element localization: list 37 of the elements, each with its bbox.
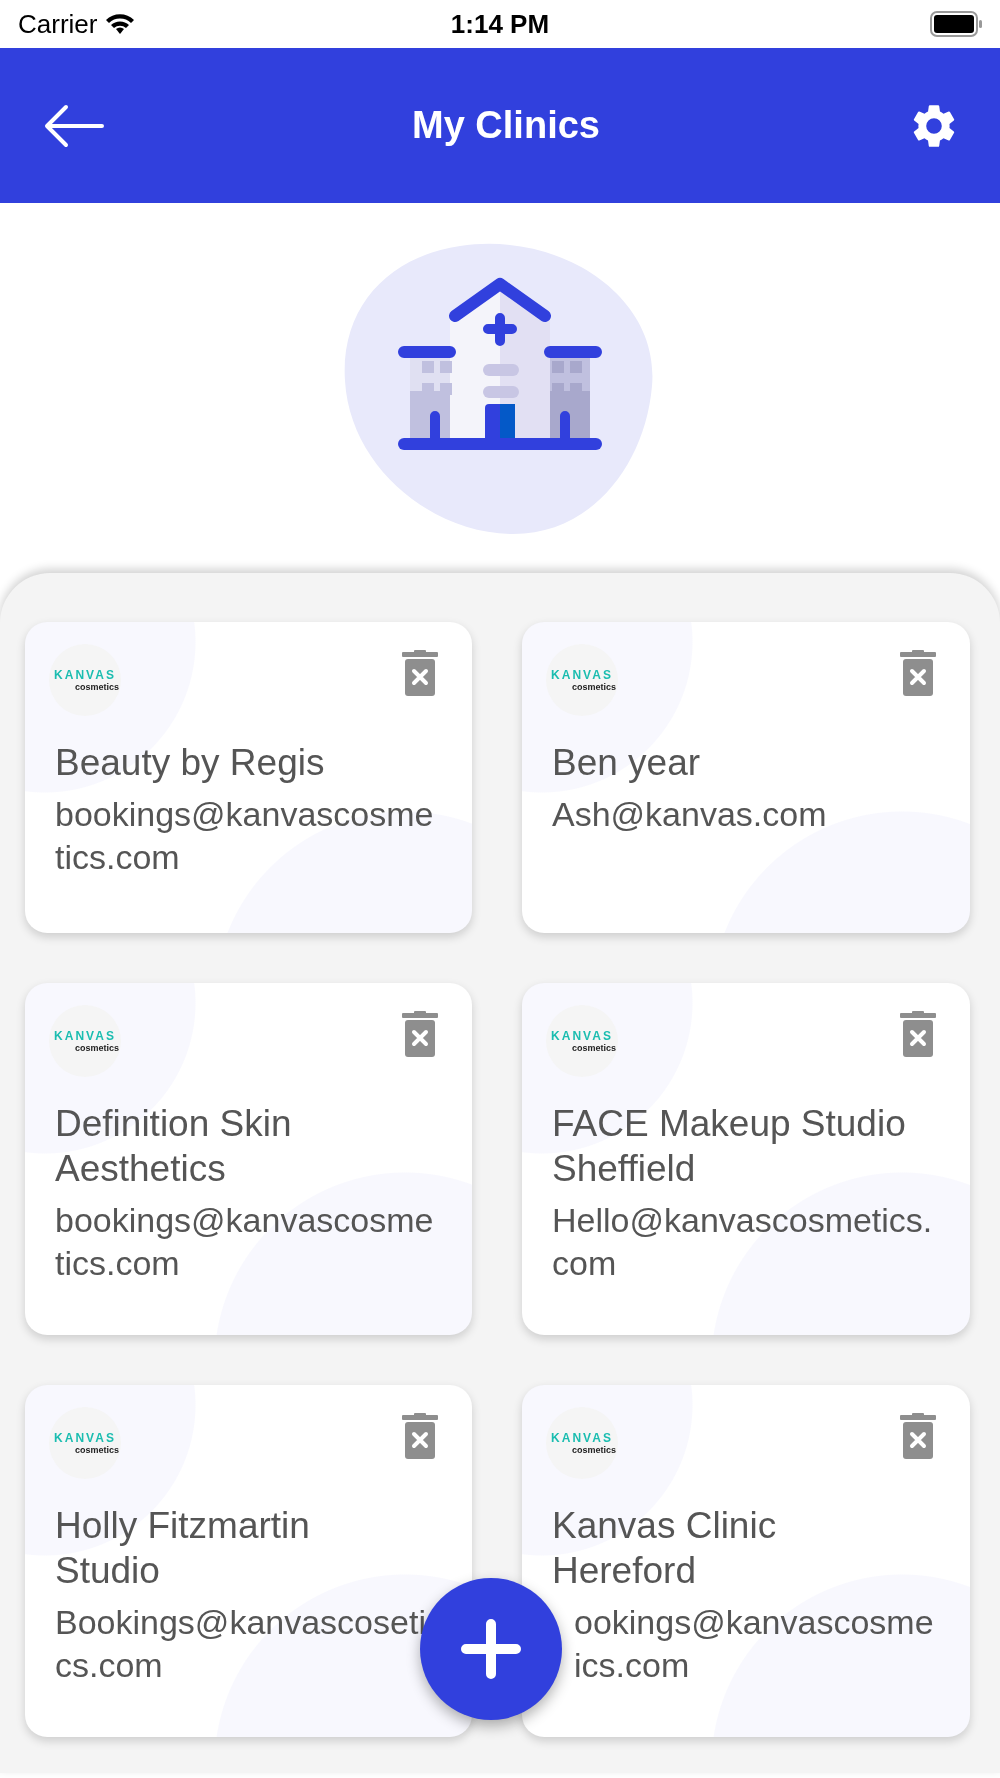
clinic-logo: KANVAS cosmetics <box>49 1005 121 1077</box>
clinic-email: Bookings@kanvascosetics.com <box>55 1602 427 1686</box>
clinic-card[interactable]: KANVAS cosmetics Holly Fitzmartin Studio Bookings@kanvascosetics.com <box>25 1385 472 1737</box>
clinic-name: FACE Makeup Studio Sheffield <box>552 1102 907 1191</box>
clock-time: 1:14 PM <box>450 8 550 40</box>
delete-icon[interactable] <box>402 650 438 696</box>
delete-icon[interactable] <box>402 1011 438 1057</box>
clinic-name: Kanvas Clinic Hereford <box>552 1504 778 1593</box>
delete-icon[interactable] <box>900 650 936 696</box>
battery-icon <box>930 11 984 37</box>
plus-icon <box>461 1619 521 1679</box>
clinic-card[interactable]: KANVAS cosmetics FACE Makeup Studio Sheffield Hello@kanvascosmetics.com <box>522 983 970 1335</box>
page-title: My Clinics <box>412 104 600 147</box>
clinic-card[interactable]: KANVAS cosmetics Ben year Ash@kanvas.com <box>522 622 970 933</box>
clinic-logo: KANVAS cosmetics <box>546 644 618 716</box>
clinic-logo: KANVAS cosmetics <box>546 1407 618 1479</box>
clinic-logo: KANVAS cosmetics <box>49 644 121 716</box>
clinic-email: bookings@kanvascosmetics.com <box>55 1200 435 1284</box>
delete-icon[interactable] <box>900 1413 936 1459</box>
wifi-icon <box>105 13 136 35</box>
clinic-card[interactable]: KANVAS cosmetics Definition Skin Aesthetics bookings@kanvascosmetics.com <box>25 983 472 1335</box>
back-arrow-icon[interactable] <box>44 103 104 148</box>
clinic-email: Ash@kanvas.com <box>552 794 828 835</box>
clinic-name: Holly Fitzmartin Studio <box>55 1504 311 1593</box>
clinic-name: Beauty by Regis <box>55 741 326 785</box>
clinic-email: bookings@kanvascosmetics.com <box>55 794 435 878</box>
clinic-card[interactable]: KANVAS cosmetics Beauty by Regis bookings@kanvascosmetics.com <box>25 622 472 933</box>
clinic-card[interactable]: KANVAS cosmetics Kanvas Clinic Hereford ookings@kanvascosme ics.com <box>522 1385 970 1737</box>
delete-icon[interactable] <box>900 1011 936 1057</box>
clinic-name: Definition Skin Aesthetics <box>55 1102 293 1191</box>
carrier-label: Carrier <box>18 8 98 40</box>
delete-icon[interactable] <box>402 1413 438 1459</box>
clinic-email: Hello@kanvascosmetics.com <box>552 1200 934 1284</box>
clinic-name: Ben year <box>552 741 702 785</box>
clinic-logo: KANVAS cosmetics <box>49 1407 121 1479</box>
clinic-logo: KANVAS cosmetics <box>546 1005 618 1077</box>
clinic-email: ookings@kanvascosme ics.com <box>574 1602 935 1686</box>
